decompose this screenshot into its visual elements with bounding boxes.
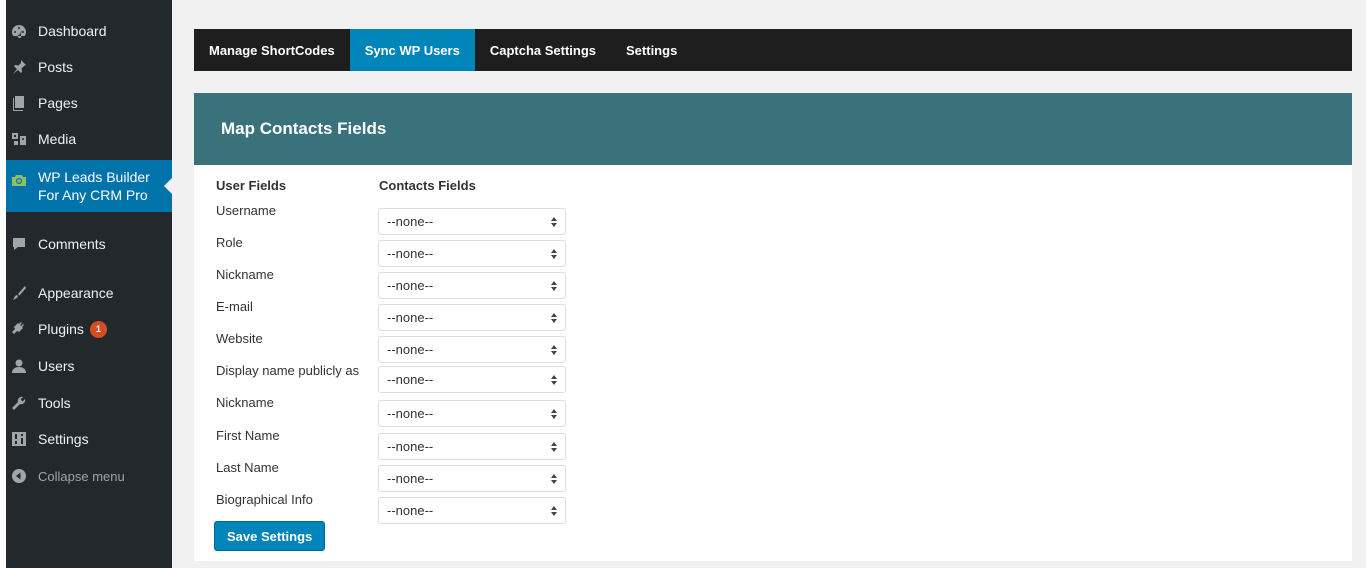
- field-label: Nickname: [216, 395, 274, 410]
- select-value: --none--: [387, 471, 434, 486]
- menu-label: Pages: [38, 95, 78, 111]
- menu-pages[interactable]: Pages: [6, 85, 172, 121]
- select-arrows-icon: [551, 409, 557, 419]
- field-row: E-mail --none--: [194, 299, 594, 331]
- select-arrows-icon: [551, 375, 557, 385]
- menu-posts[interactable]: Posts: [6, 49, 172, 85]
- field-row: Role --none--: [194, 235, 594, 267]
- select-arrows-icon: [551, 506, 557, 516]
- select-arrows-icon: [551, 217, 557, 227]
- camera-icon: [10, 171, 28, 189]
- contacts-field-select[interactable]: --none--: [378, 272, 566, 299]
- contacts-field-select[interactable]: --none--: [378, 304, 566, 331]
- panel-title: Map Contacts Fields: [221, 119, 387, 138]
- plugin-icon: [10, 320, 28, 338]
- menu-label: Posts: [38, 59, 74, 75]
- menu-tools[interactable]: Tools: [6, 385, 172, 421]
- field-label: Username: [216, 203, 276, 218]
- save-settings-button[interactable]: Save Settings: [214, 521, 326, 551]
- field-row: Nickname --none--: [194, 267, 594, 299]
- plugin-tab-bar: Manage ShortCodes Sync WP Users Captcha …: [194, 29, 1352, 71]
- contacts-field-select[interactable]: --none--: [378, 400, 566, 427]
- select-value: --none--: [387, 439, 434, 454]
- tab-sync-wp-users[interactable]: Sync WP Users: [349, 29, 475, 71]
- menu-label: Plugins: [38, 321, 84, 337]
- field-row: Username --none--: [194, 203, 594, 235]
- field-row: Nickname --none--: [194, 395, 594, 427]
- menu-label: Dashboard: [38, 23, 107, 39]
- menu-label: WP Leads Builder For Any CRM Pro: [38, 169, 150, 203]
- user-fields-heading: User Fields: [216, 178, 287, 193]
- select-arrows-icon: [551, 313, 557, 323]
- dashboard-icon: [10, 22, 28, 40]
- map-contacts-panel: Map Contacts Fields User Fields Contacts…: [194, 93, 1352, 561]
- field-row: Biographical Info --none--: [194, 492, 594, 524]
- field-row: Last Name --none--: [194, 460, 594, 492]
- menu-comments[interactable]: Comments: [6, 226, 172, 262]
- field-label: Role: [216, 235, 243, 250]
- contacts-field-select[interactable]: --none--: [378, 433, 566, 460]
- menu-label: Comments: [38, 236, 106, 252]
- media-icon: [10, 130, 28, 148]
- field-label: First Name: [216, 428, 280, 443]
- select-value: --none--: [387, 310, 434, 325]
- select-arrows-icon: [551, 442, 557, 452]
- menu-label: Tools: [38, 395, 71, 411]
- field-label: E-mail: [216, 299, 253, 314]
- contacts-field-select[interactable]: --none--: [378, 240, 566, 267]
- tab-manage-shortcodes[interactable]: Manage ShortCodes: [194, 29, 350, 71]
- select-value: --none--: [387, 278, 434, 293]
- panel-header: Map Contacts Fields: [194, 93, 1352, 165]
- collapse-icon: [10, 467, 28, 485]
- sliders-icon: [10, 430, 28, 448]
- contacts-fields-heading: Contacts Fields: [379, 178, 476, 193]
- select-arrows-icon: [551, 474, 557, 484]
- admin-sidebar: Dashboard Posts Pages Media WP Leads Bui…: [6, 0, 172, 568]
- field-row: Website --none--: [194, 331, 594, 363]
- collapse-menu-button[interactable]: Collapse menu: [6, 458, 172, 494]
- contacts-field-select[interactable]: --none--: [378, 497, 566, 524]
- menu-label: Collapse menu: [38, 468, 125, 484]
- select-arrows-icon: [551, 345, 557, 355]
- field-row: Display name publicly as --none--: [194, 363, 594, 393]
- menu-dashboard[interactable]: Dashboard: [6, 13, 172, 49]
- select-value: --none--: [387, 342, 434, 357]
- field-label: Nickname: [216, 267, 274, 282]
- menu-label: Users: [38, 358, 75, 374]
- field-label: Biographical Info: [216, 492, 313, 507]
- contacts-field-select[interactable]: --none--: [378, 465, 566, 492]
- field-label: Last Name: [216, 460, 279, 475]
- pages-icon: [10, 94, 28, 112]
- brush-icon: [10, 284, 28, 302]
- user-icon: [10, 357, 28, 375]
- wrench-icon: [10, 394, 28, 412]
- contacts-field-select[interactable]: --none--: [378, 336, 566, 363]
- menu-users[interactable]: Users: [6, 348, 172, 384]
- tab-captcha-settings[interactable]: Captcha Settings: [475, 29, 611, 71]
- menu-label: Media: [38, 131, 77, 147]
- contacts-field-select[interactable]: --none--: [378, 366, 566, 393]
- select-value: --none--: [387, 246, 434, 261]
- update-count-badge: 1: [89, 320, 107, 338]
- select-value: --none--: [387, 372, 434, 387]
- select-value: --none--: [387, 214, 434, 229]
- field-row: First Name --none--: [194, 428, 594, 460]
- menu-settings[interactable]: Settings: [6, 421, 172, 457]
- tab-settings[interactable]: Settings: [611, 29, 692, 71]
- contacts-field-select[interactable]: --none--: [378, 208, 566, 235]
- pin-icon: [10, 58, 28, 76]
- field-label: Website: [216, 331, 263, 346]
- menu-media[interactable]: Media: [6, 121, 172, 157]
- comment-icon: [10, 235, 28, 253]
- field-label: Display name publicly as: [216, 363, 360, 378]
- menu-label: Appearance: [38, 285, 114, 301]
- menu-wp-leads-builder[interactable]: WP Leads Builder For Any CRM Pro: [6, 160, 172, 212]
- select-value: --none--: [387, 503, 434, 518]
- select-arrows-icon: [551, 249, 557, 259]
- select-value: --none--: [387, 406, 434, 421]
- select-arrows-icon: [551, 281, 557, 291]
- menu-label: Settings: [38, 431, 89, 447]
- menu-appearance[interactable]: Appearance: [6, 275, 172, 311]
- menu-plugins[interactable]: Plugins 1: [6, 311, 172, 347]
